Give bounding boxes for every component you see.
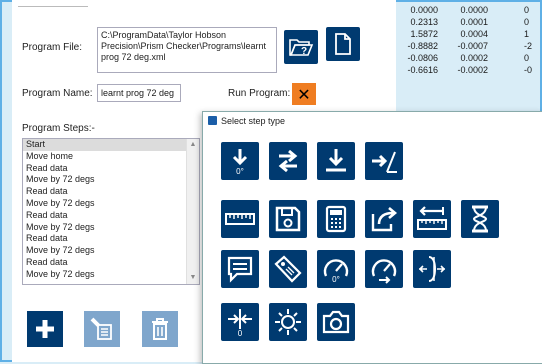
step-camera-tile[interactable] [317,303,355,341]
window-icon [208,116,217,125]
list-item[interactable]: Read data [23,210,199,222]
ruler-arrow-icon [417,206,447,230]
list-item[interactable]: Move by 72 degs [23,174,199,186]
list-scrollbar[interactable]: ▲ ▼ [186,139,199,284]
program-file-field[interactable]: C:\ProgramData\Taylor Hobson Precision\P… [97,27,277,73]
step-save-tile[interactable] [269,200,307,238]
list-item[interactable]: Start [23,139,199,151]
center-zero-icon: 0 [228,309,252,337]
table-row: -0.8882 -0.0007 -2 [407,41,533,51]
svg-text:?: ? [301,46,307,57]
share-icon [371,207,398,232]
hourglass-icon [472,205,488,233]
ruler-icon [225,213,255,225]
close-x-icon: ✕ [297,84,311,104]
data-table: 0.0000 0.0000 0 0.2313 0.0001 0 1.5872 0.0004… [398,4,542,76]
gauge-zero-icon: 0° [323,259,349,284]
new-file-button[interactable] [326,27,360,61]
step-move-angle-tile[interactable] [365,142,403,180]
trash-icon [152,318,168,340]
step-tag-tile[interactable] [269,250,307,288]
dialog-title: Select step type [221,116,286,126]
run-program-button[interactable]: ✕ [292,83,316,105]
program-name-input[interactable]: learnt prog 72 deg [97,84,181,102]
download-icon [326,149,346,172]
table-row: 0.2313 0.0001 0 [410,17,530,27]
open-folder-icon: ? [289,39,314,57]
select-step-type-dialog: Select step type 0° 0° 0 [202,111,542,364]
step-swap-tile[interactable] [269,142,307,180]
svg-text:0°: 0° [236,167,244,176]
program-steps-list[interactable]: Start Move home Read data Move by 72 deg… [22,138,200,285]
step-export-tile[interactable] [365,200,403,238]
comment-icon [227,256,253,283]
dialog-titlebar: Select step type [203,112,542,130]
list-item[interactable]: Move by 72 degs [23,245,199,257]
edit-step-button[interactable] [84,311,120,347]
list-item[interactable]: Read data [23,257,199,269]
step-center-zero-tile[interactable]: 0 [221,303,259,341]
arrow-angle-icon [372,151,397,173]
step-light-tile[interactable] [269,303,307,341]
svg-text:0°: 0° [332,275,340,284]
step-prism-tile[interactable] [413,250,451,288]
list-item[interactable]: Read data [23,163,199,175]
list-item[interactable]: Move by 72 degs [23,198,199,210]
step-comment-tile[interactable] [221,250,259,288]
swap-arrows-icon [278,149,298,173]
list-item[interactable]: Read data [23,233,199,245]
step-read-data-tile[interactable] [317,142,355,180]
scroll-up-icon[interactable]: ▲ [187,139,199,151]
arrow-down-zero-icon: 0° [232,149,248,176]
calculator-icon [325,205,347,233]
new-file-icon [335,33,351,55]
gauge-arrow-icon [371,259,397,284]
add-step-button[interactable] [27,311,63,347]
edit-icon [90,317,112,340]
step-gauge-zero-tile[interactable]: 0° [317,250,355,288]
prism-arrows-icon [418,256,446,282]
top-strip [18,0,88,7]
step-gauge-move-tile[interactable] [365,250,403,288]
step-wait-tile[interactable] [461,200,499,238]
program-steps-label: Program Steps:- [22,123,95,134]
program-name-label: Program Name: [22,88,93,99]
list-item[interactable]: Move by 72 degs [23,269,199,281]
step-measure-length-tile[interactable] [413,200,451,238]
plus-icon [36,320,54,338]
step-calculate-tile[interactable] [317,200,355,238]
open-folder-button[interactable]: ? [284,30,318,64]
tag-icon [274,255,302,283]
list-item[interactable]: Move by 72 degs [23,222,199,234]
list-item[interactable]: Move home [23,151,199,163]
table-row: 1.5872 0.0004 1 [410,29,530,39]
sun-icon [275,309,301,335]
delete-step-button[interactable] [142,311,178,347]
list-item[interactable]: Read data [23,186,199,198]
camera-icon [322,310,350,334]
table-row: 0.0000 0.0000 0 [410,5,530,15]
step-move-home-tile[interactable]: 0° [221,142,259,180]
table-row: -0.6616 -0.0002 -0 [407,65,533,75]
run-program-label: Run Program: [228,88,291,99]
step-measure-tile[interactable] [221,200,259,238]
program-file-label: Program File: [22,42,83,53]
save-icon [275,206,301,232]
table-row: -0.0806 0.0002 0 [407,53,530,63]
scroll-down-icon[interactable]: ▼ [187,272,199,284]
svg-text:0: 0 [238,329,243,337]
